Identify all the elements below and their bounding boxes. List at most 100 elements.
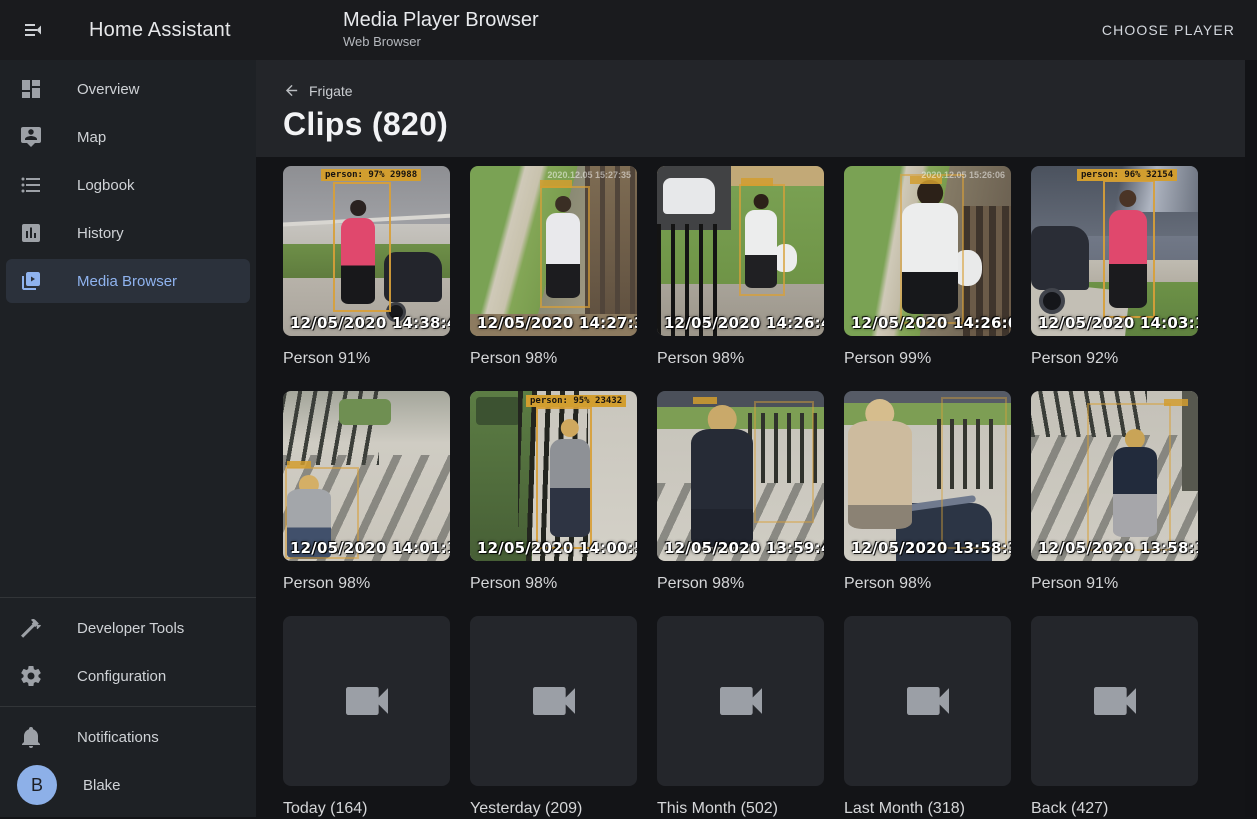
- sidebar-nav: Overview Map Logbook History Media Brows…: [0, 60, 256, 307]
- sidebar-spacer: [0, 307, 256, 593]
- detection-label: person: 95% 23432: [526, 395, 626, 407]
- detection-tag: [287, 461, 311, 468]
- folder-card-yesterday[interactable]: Yesterday (209): [470, 616, 637, 819]
- clip-caption: Person 98%: [657, 349, 824, 369]
- gear-icon: [19, 664, 43, 688]
- clip-timestamp: 12/05/2020 14:38:47: [290, 314, 450, 332]
- clip-card[interactable]: 12/05/2020 14:01:14 Person 98%: [283, 391, 450, 594]
- folder-card-this-month[interactable]: This Month (502): [657, 616, 824, 819]
- sidebar-toggle-icon[interactable]: [20, 18, 44, 42]
- clip-timestamp: 12/05/2020 14:26:07: [851, 314, 1011, 332]
- sidebar-item-label: Overview: [77, 81, 140, 98]
- post-shape: [1182, 391, 1198, 491]
- clip-card[interactable]: 12/05/2020 13:59:49 Person 98%: [657, 391, 824, 594]
- detection-bbox: [941, 397, 1007, 549]
- sidebar-item-notifications[interactable]: Notifications: [6, 715, 250, 759]
- clip-caption: Person 98%: [470, 349, 637, 369]
- sidebar-divider: [0, 597, 256, 598]
- media-browser-header: Frigate Clips (820): [256, 60, 1257, 157]
- folder-thumbnail: [1031, 616, 1198, 786]
- clip-thumbnail: person: 97% 29988 12/05/2020 14:38:47: [283, 166, 450, 336]
- clip-card[interactable]: person: 96% 32154 12/05/2020 14:03:17 Pe…: [1031, 166, 1198, 369]
- detection-bbox: [1087, 403, 1171, 551]
- video-icon: [713, 673, 769, 729]
- detection-label: person: 96% 32154: [1077, 169, 1177, 181]
- car-shape: [663, 178, 715, 214]
- camera-timestamp: 2020.12.05 15:27:35: [547, 170, 631, 180]
- folder-caption: Today (164): [283, 799, 450, 819]
- clip-card[interactable]: person: 95% 23432 12/05/2020 14:00:52 Pe…: [470, 391, 637, 594]
- sidebar-bottom: Notifications B Blake: [0, 715, 256, 817]
- video-icon: [339, 673, 395, 729]
- video-icon: [1087, 673, 1143, 729]
- sidebar-item-overview[interactable]: Overview: [6, 67, 250, 111]
- arrow-left-icon: [283, 82, 300, 99]
- clip-card[interactable]: 2020.12.05 15:27:35 12/05/2020 14:27:35 …: [470, 166, 637, 369]
- sidebar-item-user[interactable]: B Blake: [6, 763, 250, 807]
- sidebar-item-label: History: [77, 225, 124, 242]
- page-title: Media Player Browser: [343, 9, 539, 32]
- clips-grid-container: person: 97% 29988 12/05/2020 14:38:47 Pe…: [256, 157, 1257, 819]
- clip-card[interactable]: 2020.12.05 15:26:06 12/05/2020 14:26:07 …: [844, 166, 1011, 369]
- sidebar-item-configuration[interactable]: Configuration: [6, 654, 250, 698]
- dashboard-icon: [19, 77, 43, 101]
- clip-timestamp: 12/05/2020 14:27:35: [477, 314, 637, 332]
- folder-thumbnail: [657, 616, 824, 786]
- folder-card-last-month[interactable]: Last Month (318): [844, 616, 1011, 819]
- sidebar-item-history[interactable]: History: [6, 211, 250, 255]
- clip-thumbnail: 12/05/2020 13:58:30: [844, 391, 1011, 561]
- clips-grid: person: 97% 29988 12/05/2020 14:38:47 Pe…: [283, 166, 1230, 819]
- breadcrumb-label: Frigate: [309, 83, 353, 99]
- hammer-icon: [19, 616, 43, 640]
- clip-timestamp: 12/05/2020 13:58:17: [1038, 539, 1198, 557]
- sidebar-item-label: Configuration: [77, 668, 166, 685]
- folder-card-today[interactable]: Today (164): [283, 616, 450, 819]
- person-shape: [848, 399, 912, 529]
- folder-card-back[interactable]: Back (427): [1031, 616, 1198, 819]
- sidebar-item-developer-tools[interactable]: Developer Tools: [6, 606, 250, 650]
- folder-thumbnail: [470, 616, 637, 786]
- video-icon: [900, 673, 956, 729]
- sidebar-item-label: Map: [77, 129, 106, 146]
- wheel-shape: [1039, 288, 1065, 314]
- folder-caption: Last Month (318): [844, 799, 1011, 819]
- detection-tag: [693, 397, 717, 404]
- clip-thumbnail: 12/05/2020 14:01:14: [283, 391, 450, 561]
- sidebar-item-media-browser[interactable]: Media Browser: [6, 259, 250, 303]
- clip-caption: Person 98%: [844, 574, 1011, 594]
- clip-timestamp: 12/05/2020 13:59:49: [664, 539, 824, 557]
- folder-caption: Back (427): [1031, 799, 1198, 819]
- clip-caption: Person 99%: [844, 349, 1011, 369]
- page-heading: Clips (820): [283, 106, 1230, 143]
- stroller-shape: [384, 252, 442, 302]
- clip-card[interactable]: 12/05/2020 13:58:30 Person 98%: [844, 391, 1011, 594]
- clip-timestamp: 12/05/2020 13:58:30: [851, 539, 1011, 557]
- media-browser-icon: [19, 269, 43, 293]
- breadcrumb-back[interactable]: Frigate: [283, 60, 353, 99]
- clip-caption: Person 91%: [283, 349, 450, 369]
- sidebar: Overview Map Logbook History Media Brows…: [0, 60, 256, 817]
- bell-icon: [19, 725, 43, 749]
- folder-caption: Yesterday (209): [470, 799, 637, 819]
- avatar: B: [17, 765, 57, 805]
- sidebar-item-map[interactable]: Map: [6, 115, 250, 159]
- detection-bbox: [536, 407, 592, 549]
- clip-card[interactable]: 12/05/2020 13:58:17 Person 91%: [1031, 391, 1198, 594]
- clip-caption: Person 91%: [1031, 574, 1198, 594]
- clip-thumbnail: 12/05/2020 13:58:17: [1031, 391, 1198, 561]
- clip-card[interactable]: person: 97% 29988 12/05/2020 14:38:47 Pe…: [283, 166, 450, 369]
- top-app-bar: Home Assistant Media Player Browser Web …: [0, 0, 1257, 60]
- clip-caption: Person 98%: [283, 574, 450, 594]
- clip-caption: Person 98%: [470, 574, 637, 594]
- railing-shape: [585, 166, 637, 336]
- scrollbar[interactable]: [1245, 60, 1257, 817]
- page-subtitle: Web Browser: [343, 34, 539, 49]
- choose-player-button[interactable]: CHOOSE PLAYER: [1094, 0, 1243, 60]
- clip-caption: Person 92%: [1031, 349, 1198, 369]
- clip-card[interactable]: 12/05/2020 14:26:46 Person 98%: [657, 166, 824, 369]
- sidebar-item-logbook[interactable]: Logbook: [6, 163, 250, 207]
- clip-thumbnail: person: 96% 32154 12/05/2020 14:03:17: [1031, 166, 1198, 336]
- map-account-icon: [19, 125, 43, 149]
- clip-thumbnail: 2020.12.05 15:26:06 12/05/2020 14:26:07: [844, 166, 1011, 336]
- detection-bbox: [754, 401, 814, 523]
